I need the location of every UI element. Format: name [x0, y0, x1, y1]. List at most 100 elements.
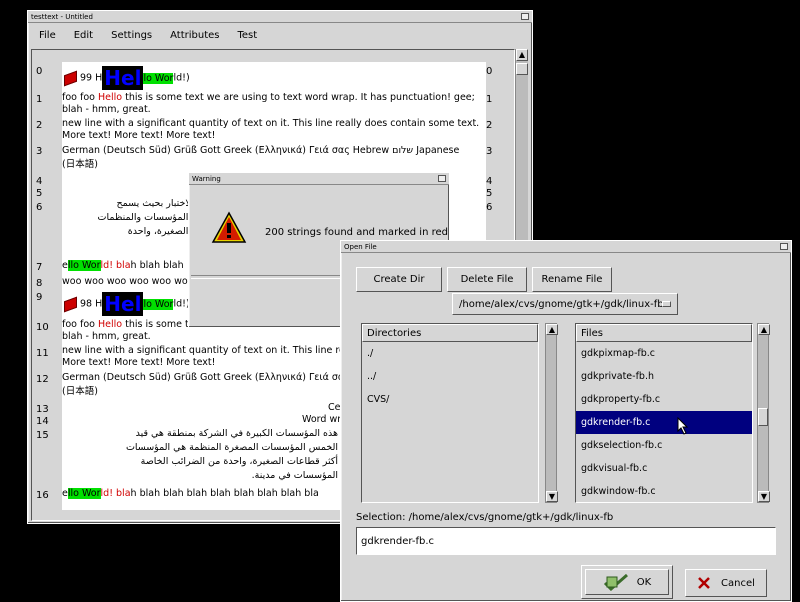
- line-number: 15: [36, 430, 49, 441]
- text-line: (日本語): [62, 386, 98, 397]
- highlight-span: lo Wor: [143, 72, 174, 84]
- dropdown-icon: [662, 301, 671, 307]
- list-item[interactable]: gdkselection-fb.c: [576, 434, 752, 457]
- text-span: e: [62, 260, 68, 271]
- text-span: this is some text we are using to text w…: [122, 92, 475, 103]
- menu-attributes[interactable]: Attributes: [161, 30, 228, 41]
- directories-header[interactable]: Directories: [362, 324, 538, 342]
- line-number: 3: [486, 146, 493, 157]
- create-dir-button[interactable]: Create Dir: [356, 267, 442, 292]
- highlight-span: ld! bla: [100, 260, 131, 271]
- line-number: 5: [36, 188, 43, 199]
- line-number: 8: [36, 278, 43, 289]
- text-span: foo foo: [62, 92, 98, 103]
- text-span: h blah blah: [130, 260, 184, 271]
- list-item[interactable]: gdkwindow-fb.c: [576, 480, 752, 502]
- text-line: German (Deutsch Süd) Grüß Gott Greek (Ελ…: [62, 145, 460, 156]
- highlight-span: ld! bla: [100, 488, 131, 499]
- openfile-titlebar[interactable]: Open File: [341, 241, 791, 253]
- text-line: foo foo Hello this is some text we are u…: [62, 92, 475, 104]
- main-titlebar[interactable]: testtext - Untitled: [28, 11, 532, 23]
- line-number: 9: [36, 292, 43, 303]
- ok-button-frame: OK: [581, 565, 673, 599]
- text-line: More text! More text! More text!: [62, 130, 216, 141]
- book-icon: [64, 70, 77, 86]
- menu-file[interactable]: File: [30, 30, 65, 41]
- cancel-label: Cancel: [721, 577, 755, 589]
- line-number: 11: [36, 348, 49, 359]
- scroll-up-icon[interactable]: ▲: [758, 324, 770, 335]
- warning-titlebar[interactable]: Warning: [189, 173, 449, 185]
- list-item[interactable]: ../: [362, 365, 538, 388]
- highlight-span: Hello: [97, 92, 123, 103]
- files-scrollbar[interactable]: ▲ ▼: [757, 323, 770, 503]
- text-line: blah - hmm, great.: [62, 104, 151, 115]
- big-text-span: Hel: [102, 66, 144, 90]
- files-list[interactable]: Files gdkpixmap-fb.c gdkprivate-fb.h gdk…: [575, 323, 753, 503]
- warning-message: 200 strings found and marked in red: [265, 227, 448, 238]
- line-number: 2: [36, 120, 43, 131]
- scroll-down-icon[interactable]: ▼: [758, 491, 770, 502]
- text-span: foo foo: [62, 319, 98, 330]
- text-line: 98 H Hel lo World!): [64, 292, 190, 316]
- text-span: ld!): [173, 72, 190, 84]
- delete-file-button[interactable]: Delete File: [447, 267, 527, 292]
- list-item-selected[interactable]: gdkrender-fb.c: [576, 411, 752, 434]
- book-icon: [64, 296, 77, 312]
- text-line: More text! More text! More text!: [62, 357, 216, 368]
- cancel-button[interactable]: Cancel: [685, 569, 767, 597]
- list-item[interactable]: gdkprivate-fb.h: [576, 365, 752, 388]
- selection-label: Selection: /home/alex/cvs/gnome/gtk+/gdk…: [356, 512, 614, 523]
- text-line: Word wr: [302, 414, 342, 425]
- ok-button[interactable]: OK: [585, 569, 669, 595]
- scroll-down-icon[interactable]: ▼: [546, 491, 558, 502]
- path-option-menu[interactable]: /home/alex/cvs/gnome/gtk+/gdk/linux-fb: [452, 293, 678, 315]
- line-number: 13: [36, 404, 49, 415]
- list-item[interactable]: gdkvisual-fb.c: [576, 457, 752, 480]
- selection-input[interactable]: gdkrender-fb.c: [356, 527, 776, 555]
- rename-file-button[interactable]: Rename File: [532, 267, 612, 292]
- files-header[interactable]: Files: [576, 324, 752, 342]
- highlight-span: llo Wor: [67, 488, 101, 499]
- text-line: foo foo Hello this is some text: [62, 319, 204, 331]
- line-number: 1: [486, 94, 493, 105]
- list-item[interactable]: gdkproperty-fb.c: [576, 388, 752, 411]
- scroll-thumb[interactable]: [758, 408, 768, 426]
- list-item[interactable]: gdkpixmap-fb.c: [576, 342, 752, 365]
- close-icon[interactable]: [438, 175, 446, 182]
- line-number: 2: [486, 120, 493, 131]
- text-line: woo woo woo woo woo woo: [62, 276, 194, 287]
- line-number: 3: [36, 146, 43, 157]
- ok-label: OK: [636, 576, 652, 588]
- ok-check-icon: [603, 573, 628, 591]
- line-number: 7: [36, 262, 43, 273]
- text-line: Ce: [328, 402, 341, 413]
- text-line: الخمس المؤسسات المصغرة المنظمة هي المؤسس…: [125, 442, 338, 453]
- line-number: 5: [486, 188, 493, 199]
- scroll-thumb[interactable]: [516, 63, 528, 75]
- close-icon[interactable]: [780, 243, 788, 250]
- highlight-span: llo Wor: [67, 260, 101, 271]
- scroll-up-icon[interactable]: ▲: [516, 49, 528, 61]
- line-number: 4: [486, 176, 493, 187]
- directories-list[interactable]: Directories ./ ../ CVS/: [361, 323, 539, 503]
- menu-settings[interactable]: Settings: [102, 30, 161, 41]
- text-span: 99 H: [80, 72, 103, 84]
- scroll-up-icon[interactable]: ▲: [546, 324, 558, 335]
- line-number: 12: [36, 374, 49, 385]
- list-item[interactable]: CVS/: [362, 388, 538, 411]
- menu-edit[interactable]: Edit: [65, 30, 102, 41]
- text-span: e: [62, 488, 68, 499]
- text-line: ello World! blah blah blah blah blah bla…: [62, 488, 319, 500]
- text-span: h blah blah blah blah blah blah blah bla: [130, 488, 319, 499]
- highlight-span: lo Wor: [143, 298, 174, 310]
- open-file-dialog: Open File Create Dir Delete File Rename …: [340, 240, 792, 602]
- line-number: 0: [36, 66, 43, 77]
- menu-test[interactable]: Test: [229, 30, 267, 41]
- cancel-x-icon: [698, 577, 710, 589]
- close-icon[interactable]: [521, 13, 529, 20]
- line-number: 10: [36, 322, 49, 333]
- directories-scrollbar[interactable]: ▲ ▼: [545, 323, 558, 503]
- list-item[interactable]: ./: [362, 342, 538, 365]
- text-line: new line with a significant quantity of …: [62, 118, 480, 129]
